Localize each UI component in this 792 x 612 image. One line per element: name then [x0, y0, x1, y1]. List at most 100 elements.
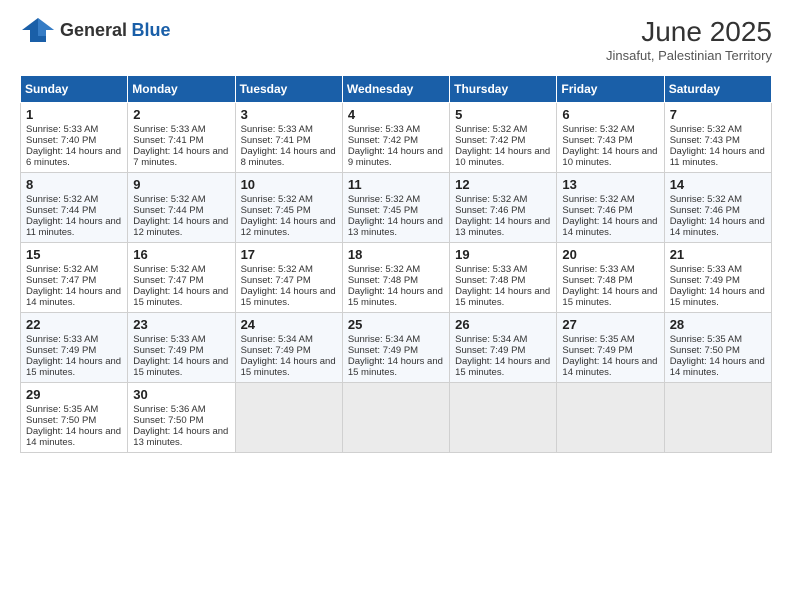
- day-number: 21: [670, 247, 766, 262]
- day-number: 22: [26, 317, 122, 332]
- daylight-text: Daylight: 14 hours and 15 minutes.: [562, 286, 658, 308]
- calendar-cell: [342, 383, 449, 453]
- day-header-tuesday: Tuesday: [235, 76, 342, 103]
- sunset-text: Sunset: 7:48 PM: [455, 275, 551, 286]
- sunrise-text: Sunrise: 5:32 AM: [26, 264, 122, 275]
- sunrise-text: Sunrise: 5:34 AM: [455, 334, 551, 345]
- sunset-text: Sunset: 7:41 PM: [133, 135, 229, 146]
- logo-general-text: General: [60, 20, 127, 40]
- calendar-week-1: 1Sunrise: 5:33 AMSunset: 7:40 PMDaylight…: [21, 103, 772, 173]
- calendar-cell: 17Sunrise: 5:32 AMSunset: 7:47 PMDayligh…: [235, 243, 342, 313]
- sunset-text: Sunset: 7:50 PM: [670, 345, 766, 356]
- daylight-text: Daylight: 14 hours and 15 minutes.: [26, 356, 122, 378]
- calendar-cell: 11Sunrise: 5:32 AMSunset: 7:45 PMDayligh…: [342, 173, 449, 243]
- daylight-text: Daylight: 14 hours and 13 minutes.: [348, 216, 444, 238]
- sunset-text: Sunset: 7:42 PM: [455, 135, 551, 146]
- logo-icon: [20, 16, 56, 44]
- calendar-cell: 12Sunrise: 5:32 AMSunset: 7:46 PMDayligh…: [450, 173, 557, 243]
- calendar-week-5: 29Sunrise: 5:35 AMSunset: 7:50 PMDayligh…: [21, 383, 772, 453]
- calendar-cell: 24Sunrise: 5:34 AMSunset: 7:49 PMDayligh…: [235, 313, 342, 383]
- calendar-week-3: 15Sunrise: 5:32 AMSunset: 7:47 PMDayligh…: [21, 243, 772, 313]
- sunrise-text: Sunrise: 5:36 AM: [133, 404, 229, 415]
- sunset-text: Sunset: 7:43 PM: [670, 135, 766, 146]
- sunset-text: Sunset: 7:46 PM: [670, 205, 766, 216]
- calendar-cell: [235, 383, 342, 453]
- sunset-text: Sunset: 7:45 PM: [241, 205, 337, 216]
- sunset-text: Sunset: 7:49 PM: [670, 275, 766, 286]
- calendar-cell: 1Sunrise: 5:33 AMSunset: 7:40 PMDaylight…: [21, 103, 128, 173]
- calendar-cell: 21 Sunrise: 5:33 AMSunset: 7:49 PMDayligh…: [664, 243, 771, 313]
- daylight-text: Daylight: 14 hours and 7 minutes.: [133, 146, 229, 168]
- day-number: 9: [133, 177, 229, 192]
- calendar-week-4: 22Sunrise: 5:33 AMSunset: 7:49 PMDayligh…: [21, 313, 772, 383]
- sunrise-text: Sunrise: 5:32 AM: [455, 194, 551, 205]
- calendar-cell: 8Sunrise: 5:32 AMSunset: 7:44 PMDaylight…: [21, 173, 128, 243]
- calendar-header-row: SundayMondayTuesdayWednesdayThursdayFrid…: [21, 76, 772, 103]
- sunset-text: Sunset: 7:49 PM: [455, 345, 551, 356]
- sunset-text: Sunset: 7:42 PM: [348, 135, 444, 146]
- day-number: 4: [348, 107, 444, 122]
- day-number: 10: [241, 177, 337, 192]
- sunset-text: Sunset: 7:48 PM: [562, 275, 658, 286]
- day-number: 3: [241, 107, 337, 122]
- calendar-cell: [557, 383, 664, 453]
- day-number: 14: [670, 177, 766, 192]
- sunrise-text: Sunrise: 5:33 AM: [348, 124, 444, 135]
- calendar-cell: 28Sunrise: 5:35 AMSunset: 7:50 PMDayligh…: [664, 313, 771, 383]
- calendar-cell: 22Sunrise: 5:33 AMSunset: 7:49 PMDayligh…: [21, 313, 128, 383]
- day-number: 15: [26, 247, 122, 262]
- sunset-text: Sunset: 7:44 PM: [26, 205, 122, 216]
- sunrise-text: Sunrise: 5:32 AM: [455, 124, 551, 135]
- calendar-cell: 27Sunrise: 5:35 AMSunset: 7:49 PMDayligh…: [557, 313, 664, 383]
- daylight-text: Daylight: 14 hours and 14 minutes.: [670, 356, 766, 378]
- sunrise-text: Sunrise: 5:32 AM: [241, 194, 337, 205]
- sunrise-text: Sunrise: 5:32 AM: [670, 124, 766, 135]
- calendar-cell: 29Sunrise: 5:35 AMSunset: 7:50 PMDayligh…: [21, 383, 128, 453]
- daylight-text: Daylight: 14 hours and 15 minutes.: [670, 286, 766, 308]
- sunrise-text: Sunrise: 5:35 AM: [562, 334, 658, 345]
- calendar-cell: 15Sunrise: 5:32 AMSunset: 7:47 PMDayligh…: [21, 243, 128, 313]
- sunrise-text: Sunrise: 5:32 AM: [133, 264, 229, 275]
- day-number: 24: [241, 317, 337, 332]
- sunrise-text: Sunrise: 5:32 AM: [562, 194, 658, 205]
- daylight-text: Daylight: 14 hours and 15 minutes.: [241, 356, 337, 378]
- calendar-cell: 13Sunrise: 5:32 AMSunset: 7:46 PMDayligh…: [557, 173, 664, 243]
- sunrise-text: Sunrise: 5:33 AM: [133, 124, 229, 135]
- calendar-week-2: 8Sunrise: 5:32 AMSunset: 7:44 PMDaylight…: [21, 173, 772, 243]
- calendar-cell: 25Sunrise: 5:34 AMSunset: 7:49 PMDayligh…: [342, 313, 449, 383]
- daylight-text: Daylight: 14 hours and 12 minutes.: [241, 216, 337, 238]
- sunrise-text: Sunrise: 5:35 AM: [26, 404, 122, 415]
- sunset-text: Sunset: 7:41 PM: [241, 135, 337, 146]
- sunset-text: Sunset: 7:47 PM: [133, 275, 229, 286]
- sunset-text: Sunset: 7:46 PM: [562, 205, 658, 216]
- sunrise-text: Sunrise: 5:34 AM: [348, 334, 444, 345]
- sunset-text: Sunset: 7:49 PM: [562, 345, 658, 356]
- sunrise-text: Sunrise: 5:32 AM: [241, 264, 337, 275]
- sunrise-text: Sunrise: 5:33 AM: [241, 124, 337, 135]
- calendar-cell: 20Sunrise: 5:33 AMSunset: 7:48 PMDayligh…: [557, 243, 664, 313]
- calendar-cell: 3Sunrise: 5:33 AMSunset: 7:41 PMDaylight…: [235, 103, 342, 173]
- day-header-sunday: Sunday: [21, 76, 128, 103]
- day-number: 16: [133, 247, 229, 262]
- day-number: 2: [133, 107, 229, 122]
- sunset-text: Sunset: 7:49 PM: [241, 345, 337, 356]
- daylight-text: Daylight: 14 hours and 14 minutes.: [670, 216, 766, 238]
- daylight-text: Daylight: 14 hours and 15 minutes.: [133, 356, 229, 378]
- sunset-text: Sunset: 7:49 PM: [26, 345, 122, 356]
- sunrise-text: Sunrise: 5:32 AM: [348, 264, 444, 275]
- daylight-text: Daylight: 14 hours and 10 minutes.: [562, 146, 658, 168]
- day-number: 1: [26, 107, 122, 122]
- sunrise-text: Sunrise: 5:33 AM: [670, 264, 766, 275]
- sunrise-text: Sunrise: 5:32 AM: [133, 194, 229, 205]
- daylight-text: Daylight: 14 hours and 11 minutes.: [26, 216, 122, 238]
- daylight-text: Daylight: 14 hours and 10 minutes.: [455, 146, 551, 168]
- calendar-cell: 4Sunrise: 5:33 AMSunset: 7:42 PMDaylight…: [342, 103, 449, 173]
- day-number: 11: [348, 177, 444, 192]
- sunrise-text: Sunrise: 5:33 AM: [562, 264, 658, 275]
- calendar-cell: 16Sunrise: 5:32 AMSunset: 7:47 PMDayligh…: [128, 243, 235, 313]
- calendar-cell: 19Sunrise: 5:33 AMSunset: 7:48 PMDayligh…: [450, 243, 557, 313]
- daylight-text: Daylight: 14 hours and 15 minutes.: [348, 286, 444, 308]
- daylight-text: Daylight: 14 hours and 15 minutes.: [241, 286, 337, 308]
- day-number: 28: [670, 317, 766, 332]
- day-number: 19: [455, 247, 551, 262]
